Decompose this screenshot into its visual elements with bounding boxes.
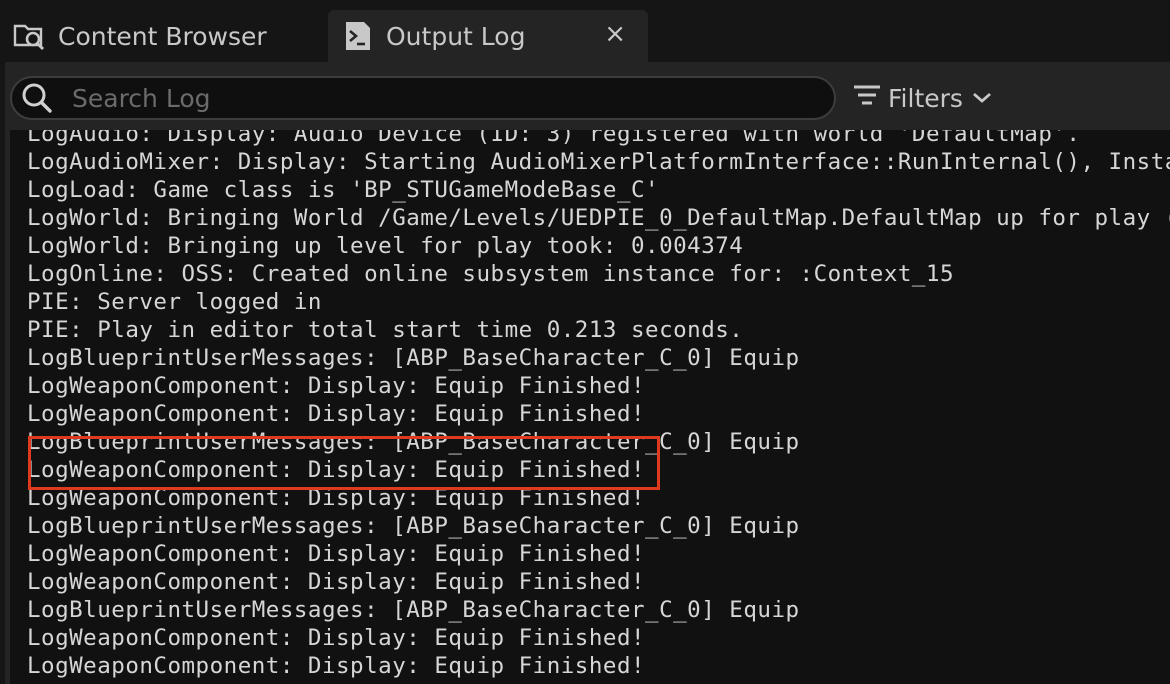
log-line: LogOnline: OSS: Created online subsystem… [27,261,955,287]
tab-output-log[interactable]: Output Log × [328,10,648,62]
log-line: LogAudioMixer: Display: Starting AudioMi… [27,149,1170,175]
log-line: LogWeaponComponent: Display: Equip Finis… [27,485,646,511]
log-line: LogBlueprintUserMessages: [ABP_BaseChara… [27,597,800,623]
content-browser-icon [12,18,48,54]
search-input[interactable] [70,82,834,114]
log-line: PIE: Play in editor total start time 0.2… [27,317,744,343]
search-box[interactable] [10,76,836,120]
log-line: LogBlueprintUserMessages: [ABP_BaseChara… [27,345,800,371]
log-line: LogWeaponComponent: Display: Equip Finis… [27,401,646,427]
output-log-panel: Filters LogAudio: Display: Audio Device … [5,62,1170,684]
log-line: LogWeaponComponent: Display: Equip Finis… [27,457,646,483]
close-icon[interactable]: × [604,19,626,49]
log-line: LogWeaponComponent: Display: Equip Finis… [27,541,646,567]
tab-bar: Content Browser Output Log × [0,0,1170,62]
filters-label: Filters [888,83,963,113]
log-line: LogBlueprintUserMessages: [ABP_BaseChara… [27,429,800,455]
log-line: LogWeaponComponent: Display: Equip Finis… [27,373,646,399]
tab-label: Output Log [386,21,526,51]
log-line: LogLoad: Game class is 'BP_STUGameModeBa… [27,177,660,203]
log-line: LogWorld: Bringing World /Game/Levels/UE… [27,205,1170,231]
log-line: LogAudio: Display: Audio Device (ID: 3) … [27,130,1081,147]
log-toolbar: Filters [5,62,1170,130]
log-line: LogWorld: Bringing up level for play too… [27,233,744,259]
tab-content-browser[interactable]: Content Browser [0,10,320,62]
filters-button[interactable]: Filters [852,76,995,120]
tab-label: Content Browser [58,21,267,51]
output-log-icon [340,18,376,54]
log-line: LogWeaponComponent: Display: Equip Finis… [27,653,646,679]
filter-icon [852,81,888,115]
log-line: PIE: Server logged in [27,289,322,315]
log-lines: LogAudio: Display: Audio Device (ID: 3) … [27,130,1170,680]
chevron-down-icon [963,84,995,113]
log-line: LogWeaponComponent: Display: Equip Finis… [27,569,646,595]
log-line: LogBlueprintUserMessages: [ABP_BaseChara… [27,513,800,539]
log-line: LogWeaponComponent: Display: Equip Finis… [27,625,646,651]
log-output[interactable]: LogAudio: Display: Audio Device (ID: 3) … [10,130,1170,684]
search-icon [20,81,54,115]
